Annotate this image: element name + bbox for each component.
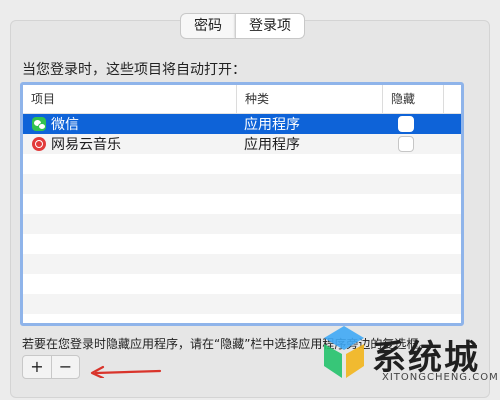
- item-cell: 微信: [23, 114, 236, 134]
- empty-row: [23, 234, 461, 254]
- empty-row: [23, 294, 461, 314]
- remove-item-button[interactable]: −: [51, 356, 79, 378]
- kind-cell: 应用程序: [244, 117, 300, 133]
- empty-row: [23, 254, 461, 274]
- table-header: 项目 种类 隐藏: [23, 85, 461, 114]
- table-row[interactable]: 微信 应用程序: [23, 114, 461, 134]
- wechat-icon: [32, 117, 46, 131]
- add-remove-control: + −: [22, 355, 80, 379]
- add-item-button[interactable]: +: [23, 356, 51, 378]
- empty-row: [23, 274, 461, 294]
- tab-login-items[interactable]: 登录项: [235, 14, 304, 38]
- empty-row: [23, 194, 461, 214]
- empty-row: [23, 154, 461, 174]
- hide-cell: [382, 136, 456, 152]
- empty-row: [23, 174, 461, 194]
- item-cell: 网易云音乐: [23, 134, 236, 154]
- section-heading: 当您登录时，这些项目将自动打开：: [22, 62, 246, 78]
- empty-row: [23, 214, 461, 234]
- segmented-tabs: 密码 登录项: [180, 13, 305, 39]
- tab-password[interactable]: 密码: [181, 14, 235, 38]
- column-header-item[interactable]: 项目: [23, 85, 236, 113]
- watermark-url: XITONGCHENG.COM: [382, 372, 499, 383]
- kind-cell: 应用程序: [244, 137, 300, 153]
- item-name: 网易云音乐: [51, 137, 121, 153]
- netease-music-icon: [32, 137, 46, 151]
- table-row[interactable]: 网易云音乐 应用程序: [23, 134, 461, 154]
- hide-checkbox[interactable]: [398, 136, 414, 152]
- empty-row: [23, 314, 461, 323]
- hide-cell: [382, 116, 456, 132]
- watermark-logo-icon: [324, 326, 364, 378]
- hide-checkbox[interactable]: [398, 116, 414, 132]
- item-name: 微信: [51, 117, 79, 133]
- red-arrow-annotation: [90, 365, 162, 378]
- column-header-hide[interactable]: 隐藏: [382, 85, 444, 113]
- login-items-table[interactable]: 项目 种类 隐藏 微信 应用程序 网易云音乐 应用程序: [20, 82, 464, 326]
- column-header-kind[interactable]: 种类: [236, 85, 382, 113]
- table-body: 微信 应用程序 网易云音乐 应用程序: [23, 114, 461, 323]
